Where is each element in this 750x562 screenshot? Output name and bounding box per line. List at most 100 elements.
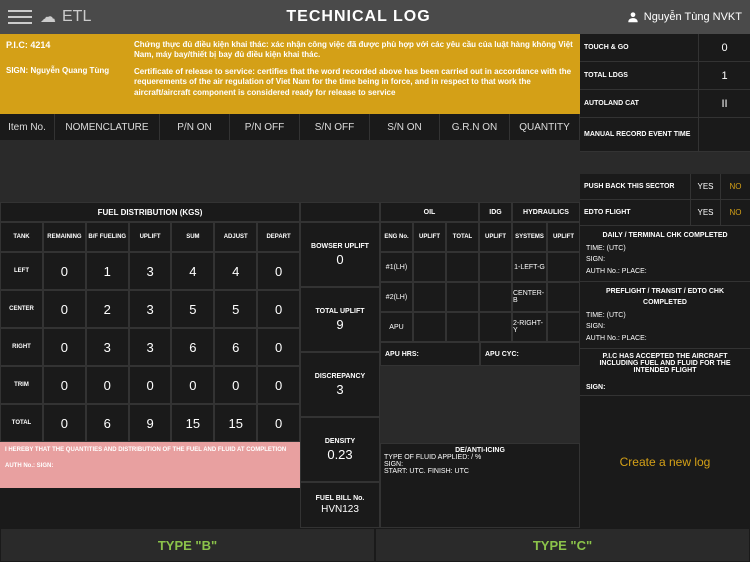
oil-cell[interactable]: APU xyxy=(380,312,413,342)
hyd-hdr: HYDRAULICS xyxy=(512,202,580,222)
pushback-yes[interactable]: YES xyxy=(690,174,720,199)
fuel-cell[interactable]: 5 xyxy=(214,290,257,328)
pic-sign: SIGN: Nguyễn Quang Tùng xyxy=(6,66,122,75)
oil-cell[interactable]: 2-RIGHT-Y xyxy=(512,312,547,342)
app-logo-icon: ☁ xyxy=(40,7,56,27)
fuel-cell[interactable]: 0 xyxy=(257,290,300,328)
fuel-cell[interactable]: 3 xyxy=(129,252,172,290)
fuel-cell[interactable]: 0 xyxy=(43,366,86,404)
uplift-box[interactable]: TOTAL UPLIFT 9 xyxy=(300,287,380,352)
daily-chk-box[interactable]: DAILY / TERMINAL CHK COMPLETED TIME: (UT… xyxy=(580,226,750,282)
fuel-row-label: TRIM xyxy=(0,366,43,404)
oil-row: APU 2-RIGHT-Y xyxy=(380,312,580,342)
fuel-cell[interactable]: 4 xyxy=(171,252,214,290)
type-c-button[interactable]: TYPE "C" xyxy=(375,528,750,562)
fuel-cell[interactable]: 0 xyxy=(171,366,214,404)
oil-cell[interactable] xyxy=(547,252,580,282)
oil-area: OIL IDG HYDRAULICS ENG No. UPLIFT TOTAL … xyxy=(380,202,580,528)
fuel-cell[interactable]: 0 xyxy=(43,290,86,328)
type-b-button[interactable]: TYPE "B" xyxy=(0,528,375,562)
fuel-cell[interactable]: 3 xyxy=(129,290,172,328)
fuel-cell[interactable]: 6 xyxy=(86,404,129,442)
oil-cell[interactable] xyxy=(479,282,512,312)
fuel-cell[interactable]: 0 xyxy=(257,366,300,404)
oil-cell[interactable] xyxy=(547,312,580,342)
total-ldgs-row: TOTAL LDGS 1 xyxy=(580,62,750,90)
menu-icon[interactable] xyxy=(8,5,32,29)
fuelbill-box[interactable]: FUEL BILL No. HVN123 xyxy=(300,482,380,528)
oil-cell[interactable]: 1-LEFT-G xyxy=(512,252,547,282)
fuel-cell[interactable]: 0 xyxy=(43,328,86,366)
fuel-cell[interactable]: 6 xyxy=(171,328,214,366)
col-itemno: Item No. xyxy=(0,114,55,140)
apu-hrs[interactable]: APU HRS: xyxy=(380,342,480,366)
accepted-box[interactable]: P.I.C HAS ACCEPTED THE AIRCRAFT INCLUDIN… xyxy=(580,349,750,396)
app-header: ☁ ETL TECHNICAL LOG Nguyễn Tùng NVKT xyxy=(0,0,750,34)
fuel-cell[interactable]: 0 xyxy=(43,404,86,442)
user-display[interactable]: Nguyễn Tùng NVKT xyxy=(626,10,742,24)
fuel-row-label: RIGHT xyxy=(0,328,43,366)
hereby-text: I HEREBY THAT THE QUANTITIES AND DISTRIB… xyxy=(5,447,295,453)
oil-cell[interactable] xyxy=(547,282,580,312)
page-title: TECHNICAL LOG xyxy=(91,8,625,26)
fuel-cell[interactable]: 0 xyxy=(257,252,300,290)
fuel-cell[interactable]: 1 xyxy=(86,252,129,290)
cert-en: Certificate of release to service: certi… xyxy=(134,67,574,98)
pic-box: P.I.C: 4214 SIGN: Nguyễn Quang Tùng xyxy=(0,34,128,114)
fuel-cell[interactable]: 5 xyxy=(171,290,214,328)
fuel-cell[interactable]: 0 xyxy=(214,366,257,404)
fuel-row-label: LEFT xyxy=(0,252,43,290)
fuel-cell[interactable]: 0 xyxy=(86,366,129,404)
touch-go-row: TOUCH & GO 0 xyxy=(580,34,750,62)
oil-cell[interactable] xyxy=(446,312,479,342)
oil-cell[interactable]: #2(LH) xyxy=(380,282,413,312)
fuel-cell[interactable]: 6 xyxy=(214,328,257,366)
density-box[interactable]: DENSITY 0.23 xyxy=(300,417,380,482)
oil-cell[interactable] xyxy=(446,252,479,282)
oil-cell[interactable] xyxy=(479,252,512,282)
create-log-button[interactable]: Create a new log xyxy=(580,396,750,528)
edto-yes[interactable]: YES xyxy=(690,200,720,225)
oil-cell[interactable] xyxy=(446,282,479,312)
fuel-cell[interactable]: 3 xyxy=(86,328,129,366)
edto-row: EDTO FLIGHT YES NO xyxy=(580,200,750,226)
fuel-cell[interactable]: 15 xyxy=(214,404,257,442)
fuel-cell[interactable]: 2 xyxy=(86,290,129,328)
oil-cell[interactable] xyxy=(413,312,446,342)
gap xyxy=(0,146,580,202)
pushback-no[interactable]: NO xyxy=(720,174,750,199)
bowser-box[interactable]: BOWSER UPLIFT 0 xyxy=(300,222,380,287)
fuel-row: TOTAL06915150 xyxy=(0,404,300,442)
col-snon: S/N ON xyxy=(370,114,440,140)
preflight-chk-box[interactable]: PREFLIGHT / TRANSIT / EDTO CHK COMPLETED… xyxy=(580,282,750,349)
fuel-col-tank: TANK xyxy=(0,222,43,252)
deice-box[interactable]: DE/ANTI-ICING TYPE OF FLUID APPLIED: / %… xyxy=(380,443,580,528)
oil-cell[interactable] xyxy=(479,312,512,342)
hereby-box[interactable]: I HEREBY THAT THE QUANTITIES AND DISTRIB… xyxy=(0,442,300,488)
fuel-cell[interactable]: 9 xyxy=(129,404,172,442)
oil-cell[interactable] xyxy=(413,252,446,282)
fuel-col-adj: ADJUST xyxy=(214,222,257,252)
nomenclature-header: Item No. NOMENCLATURE P/N ON P/N OFF S/N… xyxy=(0,114,580,146)
fuel-cell[interactable]: 0 xyxy=(43,252,86,290)
apu-cyc[interactable]: APU CYC: xyxy=(480,342,580,366)
edto-no[interactable]: NO xyxy=(720,200,750,225)
fuel-col-bf: B/F FUELING xyxy=(86,222,129,252)
fuel-cell[interactable]: 0 xyxy=(257,404,300,442)
oil-cell[interactable]: CENTER-B xyxy=(512,282,547,312)
fuel-cell[interactable]: 3 xyxy=(129,328,172,366)
col-snoff: S/N OFF xyxy=(300,114,370,140)
pic-code: P.I.C: 4214 xyxy=(6,40,122,50)
fuel-row: CENTER023550 xyxy=(0,290,300,328)
oil-hdr: OIL xyxy=(380,202,479,222)
oil-cell[interactable]: #1(LH) xyxy=(380,252,413,282)
fuel-cell[interactable]: 0 xyxy=(257,328,300,366)
fuel-cell[interactable]: 0 xyxy=(129,366,172,404)
fuel-cell[interactable]: 4 xyxy=(214,252,257,290)
fuel-cell[interactable]: 15 xyxy=(171,404,214,442)
fuel-row-label: TOTAL xyxy=(0,404,43,442)
fuel-col-rem: REMAINING xyxy=(43,222,86,252)
discrepancy-box[interactable]: DISCREPANCY 3 xyxy=(300,352,380,417)
fuel-header: FUEL DISTRIBUTION (KGS) xyxy=(0,202,300,222)
oil-cell[interactable] xyxy=(413,282,446,312)
